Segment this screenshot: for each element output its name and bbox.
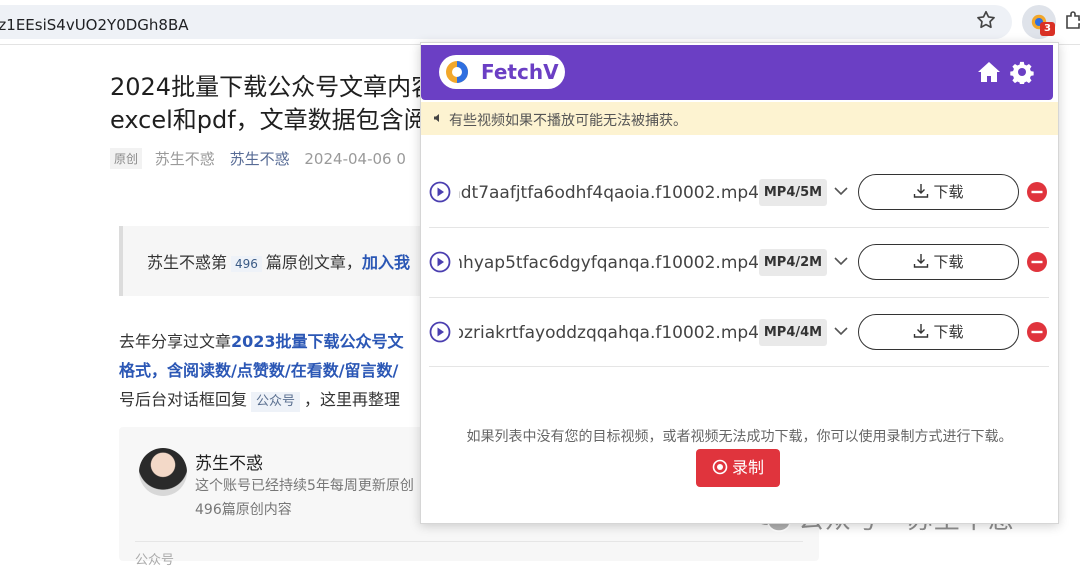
browser-toolbar: eoz1EEsiS4vUO2Y0DGh8BA 3 — [0, 0, 1080, 45]
row-divider — [429, 297, 1049, 298]
article-quote: 苏生不惑第 496 篇原创文章，加入我 — [119, 226, 443, 296]
original-tag: 原创 — [110, 148, 143, 169]
divider — [135, 541, 803, 542]
format-badge: MP4/4M — [759, 319, 827, 346]
fetchv-extension-button[interactable]: 3 — [1022, 5, 1056, 39]
extensions-puzzle-icon[interactable] — [1064, 10, 1080, 30]
brand-name: FetchV — [481, 60, 559, 84]
chevron-down-icon[interactable] — [833, 183, 849, 199]
download-button[interactable]: 下载 — [858, 244, 1019, 280]
download-icon — [914, 184, 929, 198]
speaker-icon — [434, 114, 439, 122]
author-name: 苏生不惑 — [154, 150, 215, 168]
record-icon — [712, 459, 728, 475]
brand-logo[interactable]: FetchV — [439, 55, 565, 89]
download-label: 下载 — [933, 323, 964, 341]
download-button[interactable]: 下载 — [858, 314, 1019, 350]
download-icon — [914, 254, 929, 268]
article-meta: 原创 苏生不惑 苏生不惑 2024-04-06 0 — [110, 148, 406, 169]
row-divider — [429, 227, 1049, 228]
help-text: 如果列表中没有您的目标视频，或者视频无法成功下载，你可以使用录制方式进行下载。 — [466, 429, 1013, 445]
account-name: 苏生不惑 — [195, 454, 263, 474]
card-footer-label: 公众号 — [135, 553, 175, 568]
paragraph-text: 去年分享过文章 — [119, 332, 232, 351]
paragraph-text: 号后台对话框回复 — [119, 390, 248, 409]
record-button[interactable]: 录制 — [696, 449, 780, 487]
avatar — [139, 448, 187, 496]
download-label: 下载 — [933, 183, 964, 201]
video-row: dnhyap5tfac6dgyfqanqa.f10002.mp4 MP4/2M … — [421, 227, 1058, 297]
remove-icon[interactable] — [1026, 181, 1048, 203]
publish-date: 2024-04-06 0 — [304, 150, 406, 168]
keyword-tag: 公众号 — [251, 392, 301, 412]
divider — [429, 366, 1049, 367]
play-icon[interactable] — [429, 321, 451, 343]
previous-article-link[interactable]: 2023批量下载公众号文 — [231, 332, 404, 351]
notice-banner: 有些视频如果不播放可能无法被捕获。 — [421, 102, 1058, 135]
download-button[interactable]: 下载 — [858, 174, 1019, 210]
video-filename: abzriakrtfayoddzqqahqa.f10002.mp4 — [459, 323, 759, 343]
play-icon[interactable] — [429, 251, 451, 273]
record-label: 录制 — [731, 458, 764, 477]
home-icon[interactable] — [977, 61, 1001, 83]
paragraph-bold-text: 格式，含阅读数/点赞数/在看数/留言数/ — [119, 361, 399, 380]
chevron-down-icon[interactable] — [833, 323, 849, 339]
play-icon[interactable] — [429, 181, 451, 203]
video-filename: dnhyap5tfac6dgyfqanqa.f10002.mp4 — [459, 253, 759, 273]
paragraph-line: 号后台对话框回复 公众号 ，这里再整理 — [119, 385, 429, 414]
article-paragraph: 去年分享过文章2023批量下载公众号文 格式，含阅读数/点赞数/在看数/留言数/… — [119, 327, 429, 414]
quote-text: 苏生不惑第 496 篇原创文章，加入我 — [147, 249, 410, 273]
paragraph-line: 去年分享过文章2023批量下载公众号文 — [119, 327, 429, 356]
notice-text: 有些视频如果不播放可能无法被捕获。 — [449, 113, 687, 129]
paragraph-text: ，这里再整理 — [304, 390, 401, 409]
format-badge: MP4/2M — [759, 249, 827, 276]
article-number-tag: 496 — [231, 256, 262, 272]
video-row: nadt7aafjtfa6odhf4qaoia.f10002.mp4 MP4/5… — [421, 157, 1058, 227]
download-label: 下载 — [933, 253, 964, 271]
article-count: 496篇原创内容 — [195, 502, 292, 518]
fetchv-logo-icon — [446, 61, 468, 83]
extension-count-badge: 3 — [1040, 22, 1055, 36]
account-description: 这个账号已经持续5年每周更新原创 — [195, 478, 414, 494]
video-row: abzriakrtfayoddzqqahqa.f10002.mp4 MP4/4M… — [421, 297, 1058, 367]
article-title: 2024批量下载公众号文章内容 excel和pdf，文章数据包含阅 — [110, 71, 436, 137]
remove-icon[interactable] — [1026, 321, 1048, 343]
article-title-line: 2024批量下载公众号文章内容 — [110, 73, 436, 101]
bookmark-star-icon[interactable] — [975, 9, 997, 31]
popup-header: FetchV — [421, 45, 1053, 100]
chevron-down-icon[interactable] — [833, 253, 849, 269]
quote-prefix: 苏生不惑第 — [147, 253, 228, 272]
gear-icon[interactable] — [1010, 60, 1034, 84]
join-link[interactable]: 加入我 — [362, 253, 410, 272]
account-link[interactable]: 苏生不惑 — [230, 150, 290, 168]
quote-middle: 篇原创文章， — [265, 253, 362, 272]
format-badge: MP4/5M — [759, 179, 827, 206]
article-title-line: excel和pdf，文章数据包含阅 — [110, 106, 428, 134]
address-bar[interactable]: eoz1EEsiS4vUO2Y0DGh8BA — [0, 5, 1012, 39]
url-text[interactable]: eoz1EEsiS4vUO2Y0DGh8BA — [0, 16, 189, 34]
paragraph-line: 格式，含阅读数/点赞数/在看数/留言数/ — [119, 356, 429, 385]
remove-icon[interactable] — [1026, 251, 1048, 273]
video-filename: nadt7aafjtfa6odhf4qaoia.f10002.mp4 — [459, 183, 759, 203]
download-icon — [914, 324, 929, 338]
fetchv-popup: FetchV 有些视频如果不播放可能无法被捕获。 nadt7aafjtfa6od… — [420, 42, 1059, 524]
